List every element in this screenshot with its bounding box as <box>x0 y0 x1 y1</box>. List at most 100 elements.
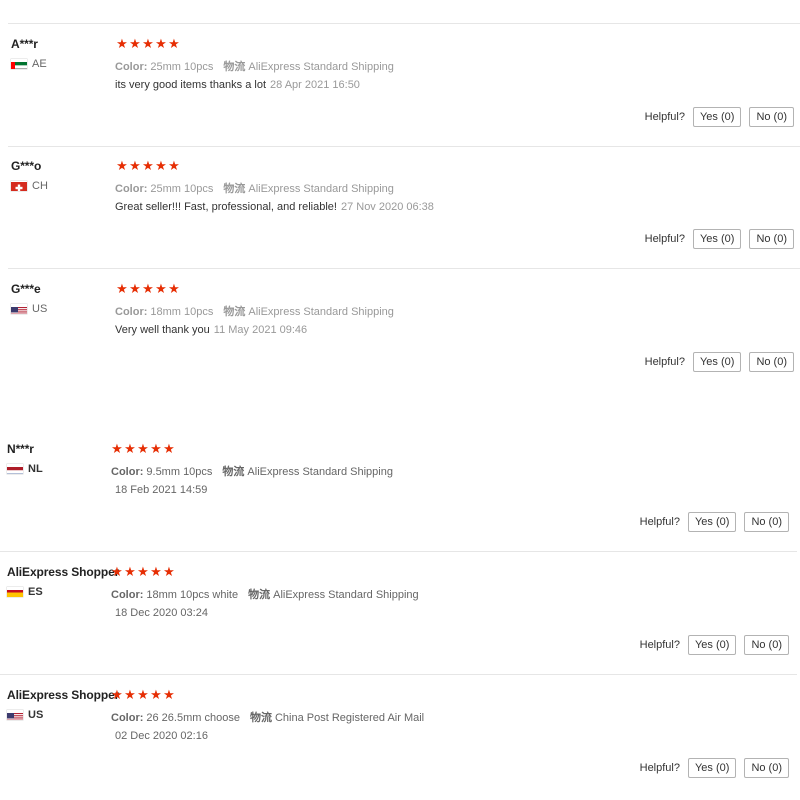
star-icon: ★ <box>150 441 162 456</box>
review-text: Very well thank you <box>115 324 210 336</box>
star-icon: ★ <box>168 158 180 173</box>
logistics-value: AliExpress Standard Shipping <box>248 61 394 73</box>
star-icon: ★ <box>129 158 141 173</box>
star-icon: ★ <box>155 281 167 296</box>
review-feedback: Very well thank you 11 May 2021 09:46 <box>115 324 307 336</box>
helpful-yes-button[interactable]: Yes (0) <box>687 512 737 532</box>
review-meta: Color: 18mm 10pcs 物流 AliExpress Standard Sh… <box>115 303 394 319</box>
star-icon: ★ <box>111 687 123 702</box>
helpful-label: Helpful? <box>639 516 680 528</box>
helpful-yes-button[interactable]: Yes (0) <box>692 352 742 372</box>
country-code: CH <box>32 180 48 192</box>
star-icon: ★ <box>137 564 149 579</box>
review-date: 18 Feb 2021 14:59 <box>115 484 208 496</box>
review-item: G***e US ★ ★ ★ ★ ★ Color: 18mm 10pcs 物流 AliExpr… <box>4 270 800 392</box>
star-icon: ★ <box>116 36 128 51</box>
logistics-value: AliExpress Standard Shipping <box>248 183 394 195</box>
review-divider <box>0 551 797 552</box>
review-feedback: its very good items thanks a lot 28 Apr 2… <box>115 79 360 91</box>
review-feedback: 18 Dec 2020 03:24 <box>115 607 208 619</box>
helpful-label: Helpful? <box>644 233 685 245</box>
helpful-row: Helpful? Yes (0) No (0) <box>640 757 789 779</box>
star-icon: ★ <box>142 36 154 51</box>
review-text: its very good items thanks a lot <box>115 79 267 91</box>
color-label: Color: <box>115 61 148 73</box>
helpful-yes-button[interactable]: Yes (0) <box>687 635 737 655</box>
helpful-label: Helpful? <box>639 762 680 774</box>
color-label: Color: <box>111 589 144 601</box>
helpful-yes-button[interactable]: Yes (0) <box>687 758 737 778</box>
review-item: A***r AE ★ ★ ★ ★ ★ Color: 25mm 10pcs 物流 AliExpr… <box>4 25 800 147</box>
star-icon: ★ <box>111 564 123 579</box>
review-date: 11 May 2021 09:46 <box>213 324 308 336</box>
star-icon: ★ <box>150 687 162 702</box>
helpful-no-button[interactable]: No (0) <box>749 229 794 249</box>
star-icon: ★ <box>137 687 149 702</box>
star-icon: ★ <box>150 564 162 579</box>
helpful-no-button[interactable]: No (0) <box>744 635 789 655</box>
country-code: US <box>32 303 48 315</box>
logistics-value: China Post Registered Air Mail <box>274 712 425 724</box>
review-divider <box>0 674 797 675</box>
rating-stars: ★ ★ ★ ★ ★ <box>111 442 175 455</box>
logistics-label: 物流 <box>222 466 245 478</box>
helpful-no-button[interactable]: No (0) <box>744 512 789 532</box>
reviewer-name: AliExpress Shopper <box>7 688 120 702</box>
ae-flag-icon <box>11 59 27 69</box>
color-value: 26 26.5mm choose <box>146 712 240 724</box>
color-value: 25mm 10pcs <box>150 61 214 73</box>
star-icon: ★ <box>116 281 128 296</box>
color-value: 25mm 10pcs <box>150 183 214 195</box>
star-icon: ★ <box>142 281 154 296</box>
reviewer-country: US <box>7 709 43 721</box>
review-feedback: 18 Feb 2021 14:59 <box>115 484 207 496</box>
color-value: 9.5mm 10pcs <box>146 466 213 478</box>
review-item: AliExpress Shopper US ★ ★ ★ ★ ★ Color: 26 26.… <box>0 676 800 798</box>
reviewer-country: US <box>11 303 47 315</box>
star-icon: ★ <box>168 281 180 296</box>
helpful-no-button[interactable]: No (0) <box>744 758 789 778</box>
reviewer-country: CH <box>11 180 48 192</box>
helpful-row: Helpful? Yes (0) No (0) <box>640 634 789 656</box>
rating-stars: ★ ★ ★ ★ ★ <box>116 159 180 172</box>
star-icon: ★ <box>163 564 175 579</box>
reviewer-name: N***r <box>7 442 34 456</box>
star-icon: ★ <box>163 441 175 456</box>
color-label: Color: <box>111 466 144 478</box>
helpful-row: Helpful? Yes (0) No (0) <box>645 351 794 373</box>
reviewer-name: AliExpress Shopper <box>7 565 120 579</box>
review-meta: Color: 18mm 10pcs white 物流 AliExpress Stand… <box>111 586 419 602</box>
helpful-label: Helpful? <box>644 356 685 368</box>
color-value: 18mm 10pcs white <box>146 589 239 601</box>
helpful-yes-button[interactable]: Yes (0) <box>692 229 742 249</box>
reviewer-country: NL <box>7 463 43 475</box>
star-icon: ★ <box>111 441 123 456</box>
helpful-row: Helpful? Yes (0) No (0) <box>640 511 789 533</box>
es-flag-icon <box>7 587 23 597</box>
helpful-no-button[interactable]: No (0) <box>749 352 794 372</box>
reviewer-country: ES <box>7 586 43 598</box>
star-icon: ★ <box>129 281 141 296</box>
country-code: AE <box>32 58 47 70</box>
helpful-row: Helpful? Yes (0) No (0) <box>645 228 794 250</box>
star-icon: ★ <box>155 158 167 173</box>
star-icon: ★ <box>124 687 136 702</box>
review-divider <box>8 268 800 269</box>
review-meta: Color: 25mm 10pcs 物流 AliExpress Standard Sh… <box>115 180 394 196</box>
logistics-label: 物流 <box>223 306 246 318</box>
logistics-value: AliExpress Standard Shipping <box>248 306 394 318</box>
review-date: 27 Nov 2020 06:38 <box>340 201 434 213</box>
color-label: Color: <box>115 306 148 318</box>
nl-flag-icon <box>7 464 23 474</box>
review-meta: Color: 25mm 10pcs 物流 AliExpress Standard Sh… <box>115 58 394 74</box>
helpful-no-button[interactable]: No (0) <box>749 107 794 127</box>
reviewer-name: A***r <box>11 37 38 51</box>
rating-stars: ★ ★ ★ ★ ★ <box>111 565 175 578</box>
logistics-label: 物流 <box>249 712 272 724</box>
color-value: 18mm 10pcs <box>150 306 214 318</box>
star-icon: ★ <box>163 687 175 702</box>
helpful-yes-button[interactable]: Yes (0) <box>692 107 742 127</box>
star-icon: ★ <box>137 441 149 456</box>
review-item: G***o CH ★ ★ ★ ★ ★ Color: 25mm 10pcs 物流 AliExpr… <box>4 147 800 269</box>
star-icon: ★ <box>124 441 136 456</box>
